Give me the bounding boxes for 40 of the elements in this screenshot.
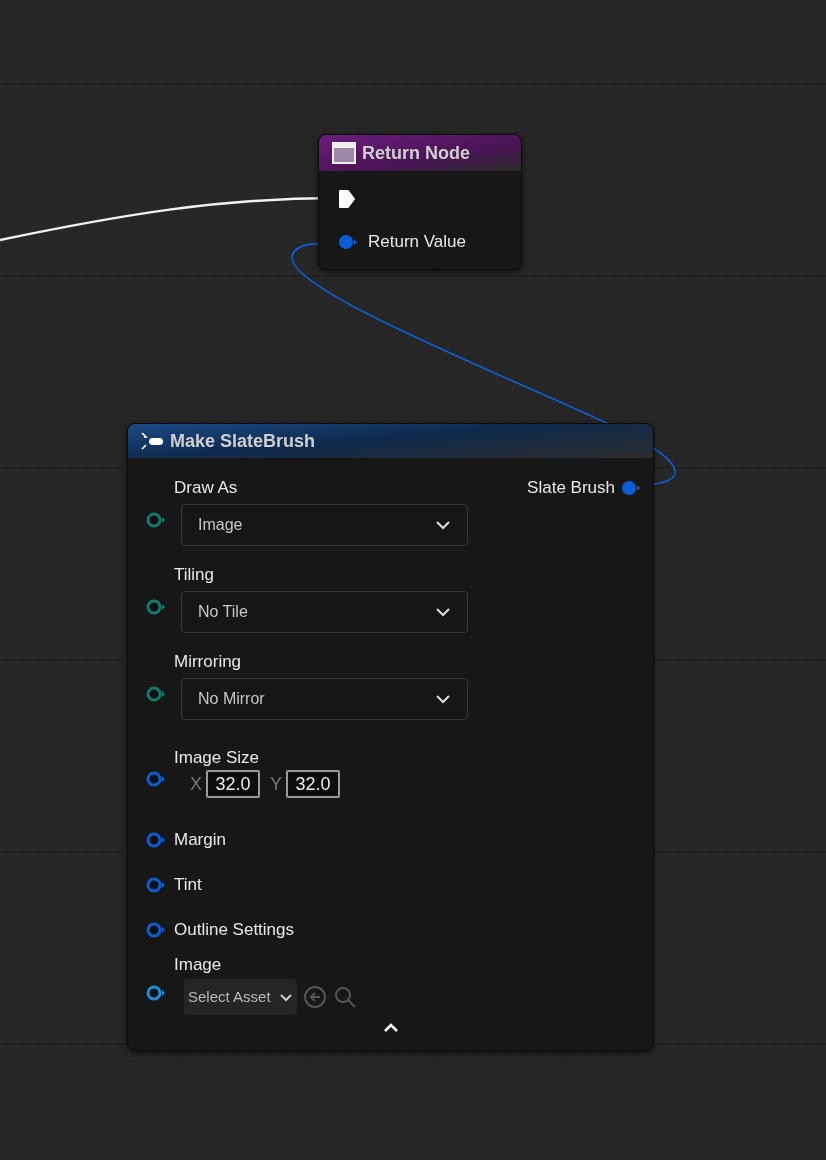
pin-icon[interactable] (146, 921, 166, 938)
pin-label: Draw As (174, 477, 239, 498)
pin-icon[interactable] (146, 598, 166, 615)
enum-dropdown[interactable]: No Mirror (181, 677, 468, 720)
pin-label: Tiling (174, 564, 215, 585)
exec-pin-icon[interactable] (338, 189, 356, 209)
pin-icon[interactable] (146, 876, 166, 893)
pin-label: Image Size (174, 748, 261, 768)
enum-dropdown[interactable]: Image (181, 503, 468, 546)
asset-dropdown[interactable]: Select Asset (184, 979, 297, 1015)
pin-label: Mirroring (174, 651, 243, 672)
number-field[interactable]: 32.0 (206, 770, 260, 798)
pin-icon[interactable] (146, 685, 166, 702)
chevron-down-icon (435, 693, 451, 704)
pin-icon[interactable] (146, 511, 166, 528)
chevron-down-icon (435, 519, 451, 530)
node-title: Return Node (362, 141, 470, 165)
pin-label: Slate Brush (527, 477, 615, 499)
pin-icon[interactable] (146, 831, 166, 848)
enum-dropdown[interactable]: No Tile (181, 590, 468, 633)
connected-pin-icon[interactable] (621, 479, 641, 496)
axis-label: Y (270, 772, 283, 796)
pin-label: Tint (174, 874, 202, 895)
search-icon[interactable] (332, 985, 357, 1009)
pin-label: Margin (174, 829, 226, 850)
chevron-down-icon (435, 606, 451, 617)
return-node[interactable]: Return Node Return Value (318, 134, 522, 270)
pin-icon[interactable] (146, 771, 166, 787)
pin-label: Outline Settings (174, 919, 294, 940)
axis-label: X (190, 772, 202, 796)
make-struct-node[interactable]: Make SlateBrush Draw As Image Slate Brush Tiling No Tile Mirroring No Mirror Image Size X 32.0 Y 32.0 Margin Tint Outline Settings Image Select Asset (127, 423, 654, 1051)
node-title: Make SlateBrush (170, 429, 316, 453)
function-icon (332, 142, 356, 164)
connected-pin-icon[interactable] (338, 233, 358, 250)
make-struct-icon (140, 431, 164, 451)
pin-label: Return Value (368, 231, 466, 253)
number-field[interactable]: 32.0 (286, 770, 341, 798)
pin-label: Image (174, 955, 223, 975)
chevron-down-icon (278, 992, 293, 1002)
pin-icon[interactable] (146, 985, 166, 1001)
